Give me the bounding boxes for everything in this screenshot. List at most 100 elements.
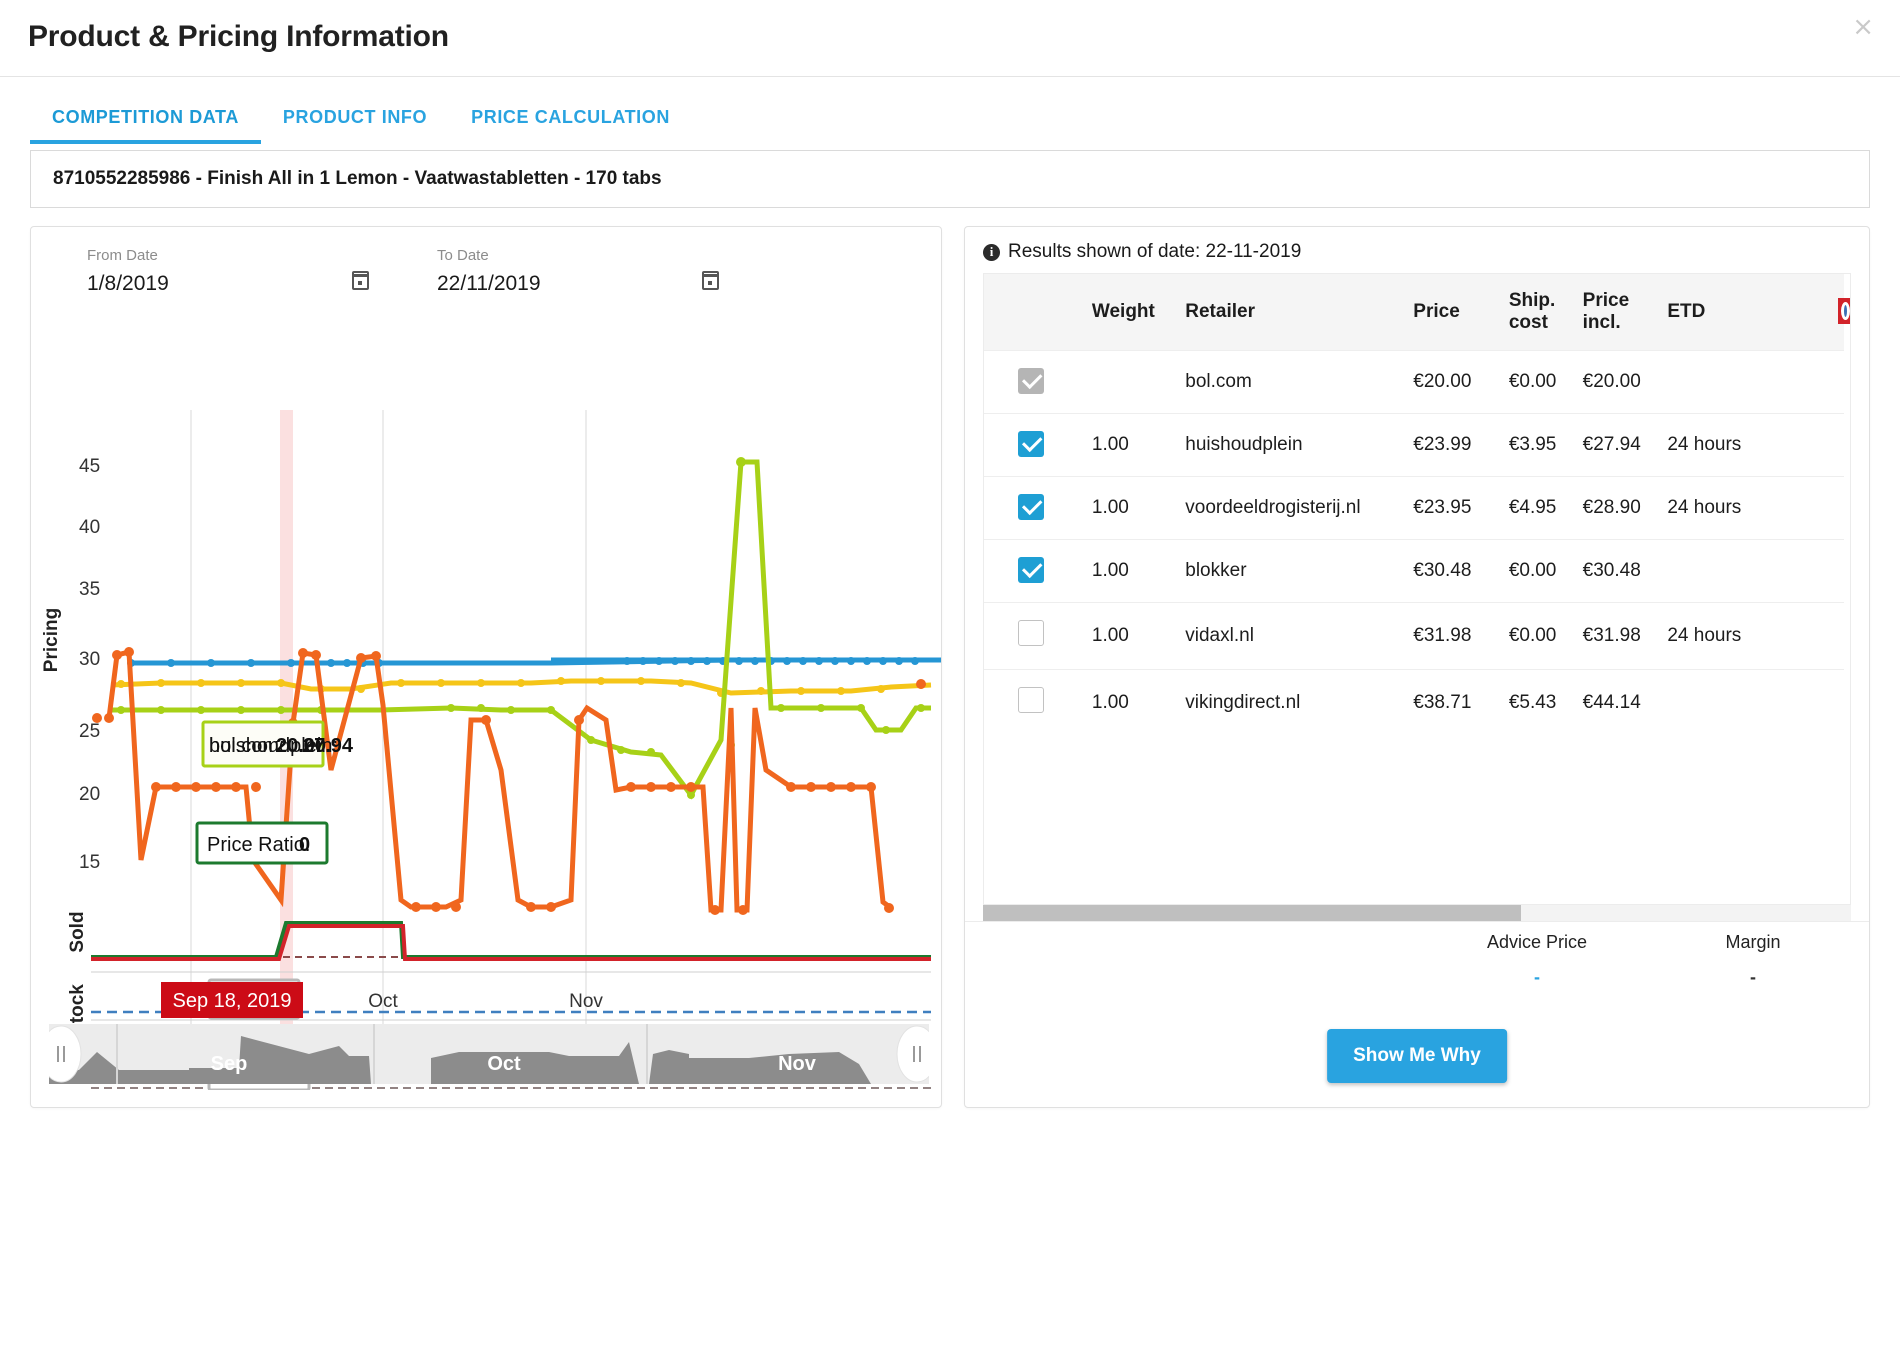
notification-badge[interactable] — [1838, 298, 1850, 324]
xtick-nov: Nov — [569, 991, 603, 1012]
to-date-label: To Date — [437, 247, 489, 264]
tab-product-info[interactable]: PRODUCT INFO — [261, 95, 449, 144]
cell-etd: 24 hours — [1659, 476, 1790, 540]
tab-price-calculation[interactable]: PRICE CALCULATION — [449, 95, 692, 144]
table-row[interactable]: bol.com €20.00 €0.00 €20.00 — [984, 350, 1844, 414]
checkbox-icon[interactable] — [1018, 494, 1044, 520]
series-blokker — [127, 657, 941, 667]
th-ship-cost[interactable]: Ship. cost — [1500, 274, 1575, 351]
from-date-value[interactable]: 1/8/2019 — [87, 272, 437, 296]
th-ship-line1: Ship. — [1508, 290, 1556, 311]
svg-text:0: 0 — [299, 834, 310, 856]
th-price-incl[interactable]: Price incl. — [1574, 274, 1660, 351]
competitor-table-container[interactable]: Weight Retailer Price Ship. cost Price i… — [983, 273, 1851, 905]
close-icon[interactable]: × — [1852, 14, 1874, 40]
th-ship-line2: cost — [1508, 312, 1548, 333]
cell-extra — [1789, 476, 1844, 540]
to-date-field[interactable]: To Date 22/11/2019 — [437, 247, 787, 296]
cell-ship: €4.95 — [1500, 476, 1575, 540]
advice-price-block: Advice Price - — [1477, 932, 1597, 988]
cell-price: €23.95 — [1405, 476, 1501, 540]
cell-ship: €0.00 — [1500, 539, 1575, 603]
scrollbar-thumb[interactable] — [983, 905, 1522, 921]
row-checkbox-cell[interactable] — [984, 539, 1084, 603]
th-retailer[interactable]: Retailer — [1177, 274, 1406, 351]
cell-retailer: blokker — [1177, 539, 1406, 603]
checkbox-icon[interactable] — [1018, 557, 1044, 583]
th-extra[interactable] — [1789, 274, 1844, 351]
table-row[interactable]: 1.00 voordeeldrogisterij.nl €23.95 €4.95… — [984, 476, 1844, 540]
tooltip-price-ratio: Price Ratio: 0 — [195, 821, 329, 865]
tab-competition-data[interactable]: COMPETITION DATA — [30, 95, 261, 144]
margin-value: - — [1750, 967, 1756, 987]
series-advice-price — [91, 924, 931, 961]
table-horizontal-scrollbar[interactable] — [983, 905, 1851, 921]
chart-svg[interactable]: 45 40 35 30 25 20 15 Pricing Sold Stock — [31, 300, 941, 1090]
table-body: bol.com €20.00 €0.00 €20.00 1.00 huishou… — [984, 350, 1844, 736]
navigator-label-sep: Sep — [211, 1053, 248, 1075]
calendar-icon[interactable] — [352, 271, 369, 290]
calendar-icon[interactable] — [702, 271, 719, 290]
cell-weight — [1083, 350, 1178, 414]
y-axis-title-sold: Sold — [67, 911, 88, 952]
svg-text:40: 40 — [79, 517, 100, 538]
cell-retailer: vikingdirect.nl — [1177, 669, 1406, 736]
cell-price: €20.00 — [1405, 350, 1501, 414]
row-checkbox-cell[interactable] — [984, 669, 1084, 736]
cell-ship: €5.43 — [1500, 669, 1575, 736]
checkbox-icon[interactable] — [1018, 368, 1044, 394]
to-date-value[interactable]: 22/11/2019 — [437, 272, 787, 296]
competition-panel: i Results shown of date: 22-11-2019 Weig… — [964, 226, 1870, 1108]
cell-weight: 1.00 — [1083, 413, 1178, 477]
cell-ship: €0.00 — [1500, 602, 1575, 670]
row-checkbox-cell[interactable] — [984, 350, 1084, 414]
table-row[interactable]: 1.00 vikingdirect.nl €38.71 €5.43 €44.14 — [984, 669, 1844, 736]
cell-etd — [1659, 539, 1790, 603]
cell-weight: 1.00 — [1083, 602, 1178, 670]
navigator-label-nov: Nov — [778, 1053, 817, 1075]
advice-price-label: Advice Price — [1486, 932, 1588, 952]
table-row[interactable]: 1.00 blokker €30.48 €0.00 €30.48 — [984, 539, 1844, 603]
cell-retailer: voordeeldrogisterij.nl — [1177, 476, 1406, 540]
cell-price: €38.71 — [1405, 669, 1501, 736]
th-weight[interactable]: Weight — [1083, 274, 1178, 351]
row-checkbox-cell[interactable] — [984, 476, 1084, 540]
from-date-field[interactable]: From Date 1/8/2019 — [87, 247, 437, 296]
th-price[interactable]: Price — [1405, 274, 1501, 351]
from-date-label: From Date — [87, 247, 158, 264]
cell-weight: 1.00 — [1083, 669, 1178, 736]
checkbox-icon[interactable] — [1018, 687, 1044, 713]
cell-price-incl: €30.48 — [1574, 539, 1660, 603]
th-etd[interactable]: ETD — [1659, 274, 1790, 351]
tooltip-huishoudplein-value: 27.94 — [303, 735, 354, 757]
product-identifier-bar: 8710552285986 - Finish All in 1 Lemon - … — [30, 150, 1870, 208]
xtick-oct: Oct — [368, 991, 398, 1012]
checkbox-icon[interactable] — [1018, 431, 1044, 457]
y-axis-title-pricing: Pricing — [41, 608, 62, 672]
cell-ship: €3.95 — [1500, 413, 1575, 477]
cell-retailer: bol.com — [1177, 350, 1406, 414]
date-filter-row: From Date 1/8/2019 To Date 22/11/2019 — [31, 241, 941, 296]
content-area: From Date 1/8/2019 To Date 22/11/2019 45… — [0, 208, 1900, 1108]
row-checkbox-cell[interactable] — [984, 602, 1084, 670]
cell-price-incl: €44.14 — [1574, 669, 1660, 736]
table-row[interactable]: 1.00 vidaxl.nl €31.98 €0.00 €31.98 24 ho… — [984, 602, 1844, 670]
badge-dot — [1841, 302, 1850, 320]
cell-weight: 1.00 — [1083, 476, 1178, 540]
cell-etd: 24 hours — [1659, 413, 1790, 477]
th-select[interactable] — [984, 274, 1084, 351]
cell-extra — [1789, 350, 1844, 414]
chart-panel: From Date 1/8/2019 To Date 22/11/2019 45… — [30, 226, 942, 1108]
show-me-why-button[interactable]: Show Me Why — [1327, 1029, 1507, 1083]
cell-price-incl: €27.94 — [1574, 413, 1660, 477]
checkbox-icon[interactable] — [1018, 620, 1044, 646]
cell-etd: 24 hours — [1659, 602, 1790, 670]
th-pincl-line2: incl. — [1582, 312, 1621, 333]
row-checkbox-cell[interactable] — [984, 413, 1084, 477]
y-axis-ticks: 45 40 35 30 25 20 15 — [79, 456, 100, 873]
chart-navigator[interactable]: Sep Oct Nov — [49, 1024, 929, 1090]
price-history-chart[interactable]: 45 40 35 30 25 20 15 Pricing Sold Stock — [31, 300, 941, 1090]
table-header-row: Weight Retailer Price Ship. cost Price i… — [984, 274, 1844, 351]
cell-price-incl: €31.98 — [1574, 602, 1660, 670]
table-row[interactable]: 1.00 huishoudplein €23.99 €3.95 €27.94 2… — [984, 413, 1844, 477]
